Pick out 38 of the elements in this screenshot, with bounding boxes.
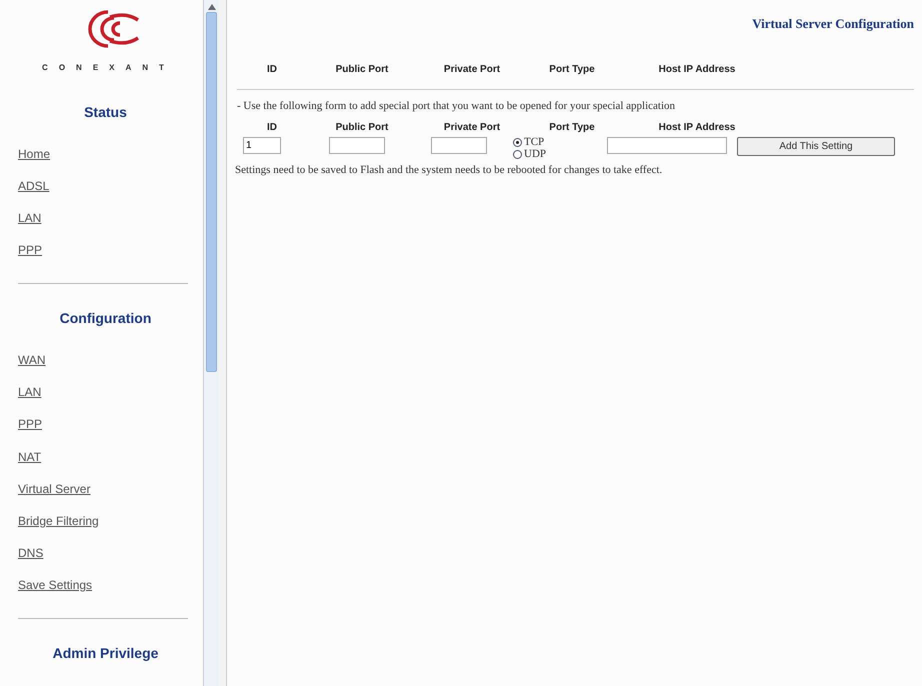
nav-link[interactable]: DNS: [18, 544, 203, 576]
nav-link[interactable]: WAN: [18, 351, 203, 384]
nav-link[interactable]: Save Settings: [18, 576, 203, 608]
nav-link[interactable]: PPP: [18, 241, 203, 274]
note-text: Settings need to be saved to Flash and the system needs to be rebooted for changes to take effect.: [235, 163, 664, 178]
page-title: Virtual Server Configuration: [751, 15, 914, 33]
column-header: Port Type: [548, 121, 596, 135]
nav-link[interactable]: Bridge Filtering: [18, 512, 203, 544]
nav-link[interactable]: ADSL: [18, 177, 203, 210]
column-header: ID: [266, 121, 278, 135]
column-header: Private Port: [442, 62, 502, 76]
radio-option[interactable]: TCP: [513, 137, 593, 148]
section-heading: Status: [83, 103, 128, 122]
input-field[interactable]: [329, 137, 385, 154]
nav-link[interactable]: LAN: [18, 209, 203, 242]
intro-text: - Use the following form to add special port that you want to be opened for your special application: [237, 98, 676, 114]
column-header: Public Port: [334, 62, 390, 76]
nav-link[interactable]: LAN: [18, 383, 203, 416]
scroll-up-icon[interactable]: [208, 4, 216, 10]
input-field[interactable]: [607, 137, 727, 154]
column-header: ID: [266, 62, 278, 76]
nav-link[interactable]: PPP: [18, 415, 203, 448]
column-header: Public Port: [334, 121, 390, 135]
column-header: Host IP Address: [658, 62, 736, 76]
logo-wordmark: CONEXANT: [42, 62, 175, 74]
nav-link[interactable]: Virtual Server: [18, 480, 203, 512]
input-field[interactable]: [431, 137, 487, 154]
column-header: Port Type: [548, 62, 596, 76]
add-setting-button[interactable]: Add This Setting: [737, 137, 895, 156]
section-heading: Configuration: [58, 309, 152, 328]
column-header: Host IP Address: [658, 121, 736, 135]
section-heading: Admin Privilege: [52, 644, 160, 663]
nav-link[interactable]: NAT: [18, 448, 203, 480]
column-header: Private Port: [442, 121, 502, 135]
nav-link[interactable]: Home: [18, 145, 203, 178]
radio-option[interactable]: UDP: [513, 149, 593, 160]
scrollbar-thumb[interactable]: [206, 12, 217, 372]
input-field[interactable]: 1: [243, 137, 281, 154]
